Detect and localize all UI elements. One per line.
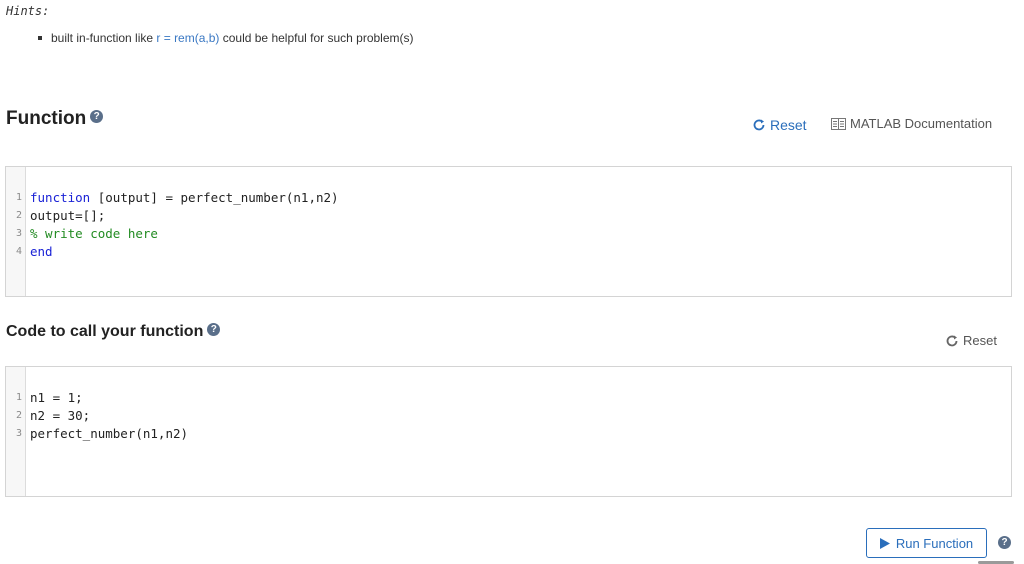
bullet-icon xyxy=(38,35,42,40)
call-code-editor[interactable]: 1 n1 = 1; 2 n2 = 30; 3 perfect_number(n1,n2… xyxy=(5,366,1012,497)
run-function-button[interactable]: Run Function xyxy=(866,528,987,558)
line-number: 4 xyxy=(15,246,22,257)
code-line: 2 n2 = 30; xyxy=(6,389,90,423)
code-line: 4 end xyxy=(6,225,53,259)
code-text: n2 = 30; xyxy=(30,408,91,423)
function-code-editor[interactable]: 1 function [output] = perfect_number(n1,n… xyxy=(5,166,1012,297)
documentation-label: MATLAB Documentation xyxy=(850,116,993,131)
function-title-wrap: Function? xyxy=(6,108,104,130)
refresh-icon xyxy=(753,119,765,131)
question-icon[interactable]: ? xyxy=(998,536,1011,549)
function-reset-button[interactable]: Reset xyxy=(752,117,807,133)
documentation-icon xyxy=(831,117,846,130)
refresh-icon xyxy=(946,335,958,346)
code-text: n1 = 1; xyxy=(30,390,83,405)
call-reset-label: Reset xyxy=(963,333,997,348)
code-text: output=[]; xyxy=(30,208,106,223)
call-title: Code to call your function xyxy=(6,323,204,340)
run-function-label: Run Function xyxy=(895,535,974,551)
code-comment: % write code here xyxy=(30,226,158,241)
hint-code: r = rem(a,b) xyxy=(156,31,220,45)
play-icon xyxy=(879,537,890,549)
code-keyword: function xyxy=(30,190,91,205)
hints-title: Hints: xyxy=(6,4,50,18)
code-line: 3 perfect_number(n1,n2) xyxy=(6,407,188,441)
question-icon[interactable]: ? xyxy=(207,323,221,337)
code-keyword: end xyxy=(30,244,53,259)
function-reset-label: Reset xyxy=(770,117,807,133)
hint-suffix: could be helpful for such problem(s) xyxy=(219,31,414,45)
code-line: 2 output=[]; xyxy=(6,189,105,223)
question-icon[interactable]: ? xyxy=(90,110,104,124)
matlab-documentation-link[interactable]: MATLAB Documentation xyxy=(831,116,992,131)
code-line: 1 function [output] = perfect_number(n1,n… xyxy=(6,171,339,205)
code-line: 3% write code here xyxy=(6,207,158,241)
function-title: Function xyxy=(6,108,87,129)
hint-prefix: built in-function like xyxy=(51,31,157,45)
hint-item: built in-function like r = rem(a,b) coul… xyxy=(38,31,414,45)
code-line: 1 n1 = 1; xyxy=(6,371,83,405)
line-number: 3 xyxy=(15,428,22,439)
call-reset-button[interactable]: Reset xyxy=(945,333,997,348)
code-text: perfect_number(n1,n2) xyxy=(30,426,189,441)
code-text: [output] = perfect_number(n1,n2) xyxy=(90,190,339,205)
call-title-wrap: Code to call your function? xyxy=(6,323,221,341)
